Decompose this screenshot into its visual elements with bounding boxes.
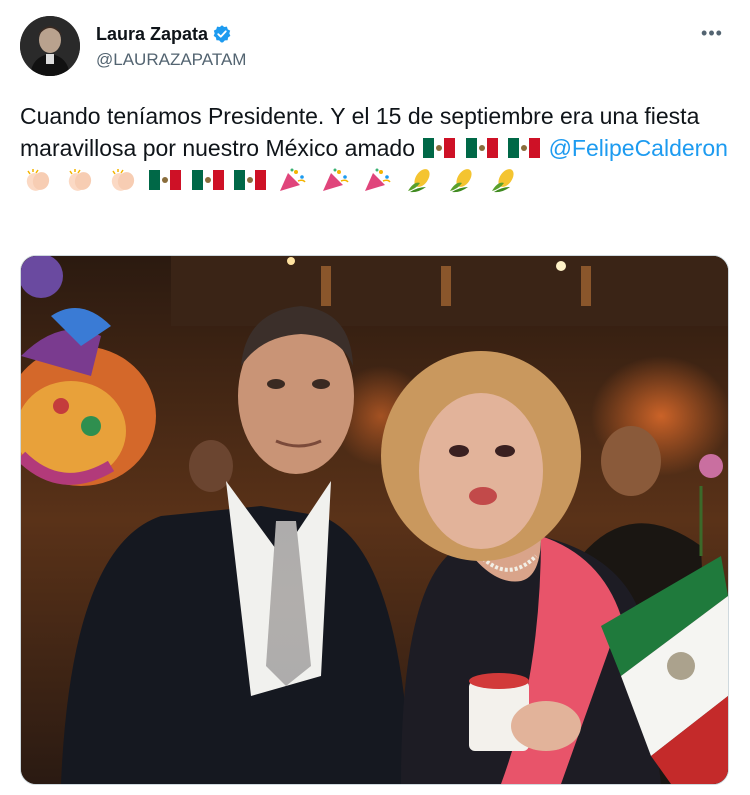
mexico-flag-icon: [233, 167, 266, 193]
party-popper-icon: [276, 167, 308, 193]
tweet-text: Cuando teníamos Presidente. Y el 15 de s…: [20, 100, 732, 196]
clapping-hands-icon: [107, 167, 139, 193]
mexico-flag-icon: [191, 167, 224, 193]
mexico-flag-icon: [465, 135, 498, 161]
author-display-name[interactable]: Laura Zapata: [96, 24, 208, 45]
tweet-header: Laura Zapata @LAURAZAPATAM •••: [20, 16, 730, 80]
corn-icon: [488, 167, 520, 193]
mexico-flag-icon: [149, 167, 182, 193]
tweet-photo[interactable]: [20, 255, 729, 785]
verified-badge-icon: [212, 24, 232, 44]
clapping-hands-icon: [22, 167, 54, 193]
mention-link[interactable]: @FelipeCalderon: [549, 135, 728, 161]
mexico-flag-icon: [423, 135, 456, 161]
author-names: Laura Zapata @LAURAZAPATAM: [96, 22, 246, 70]
clapping-hands-icon: [64, 167, 96, 193]
author-handle[interactable]: @LAURAZAPATAM: [96, 50, 246, 70]
corn-icon: [404, 167, 436, 193]
mexico-flag-icon: [508, 135, 541, 161]
tweet[interactable]: Laura Zapata @LAURAZAPATAM ••• Cuando te…: [0, 0, 750, 795]
party-popper-icon: [319, 167, 351, 193]
more-options-icon[interactable]: •••: [700, 24, 724, 48]
party-popper-icon: [361, 167, 393, 193]
avatar[interactable]: [20, 16, 80, 76]
corn-icon: [446, 167, 478, 193]
